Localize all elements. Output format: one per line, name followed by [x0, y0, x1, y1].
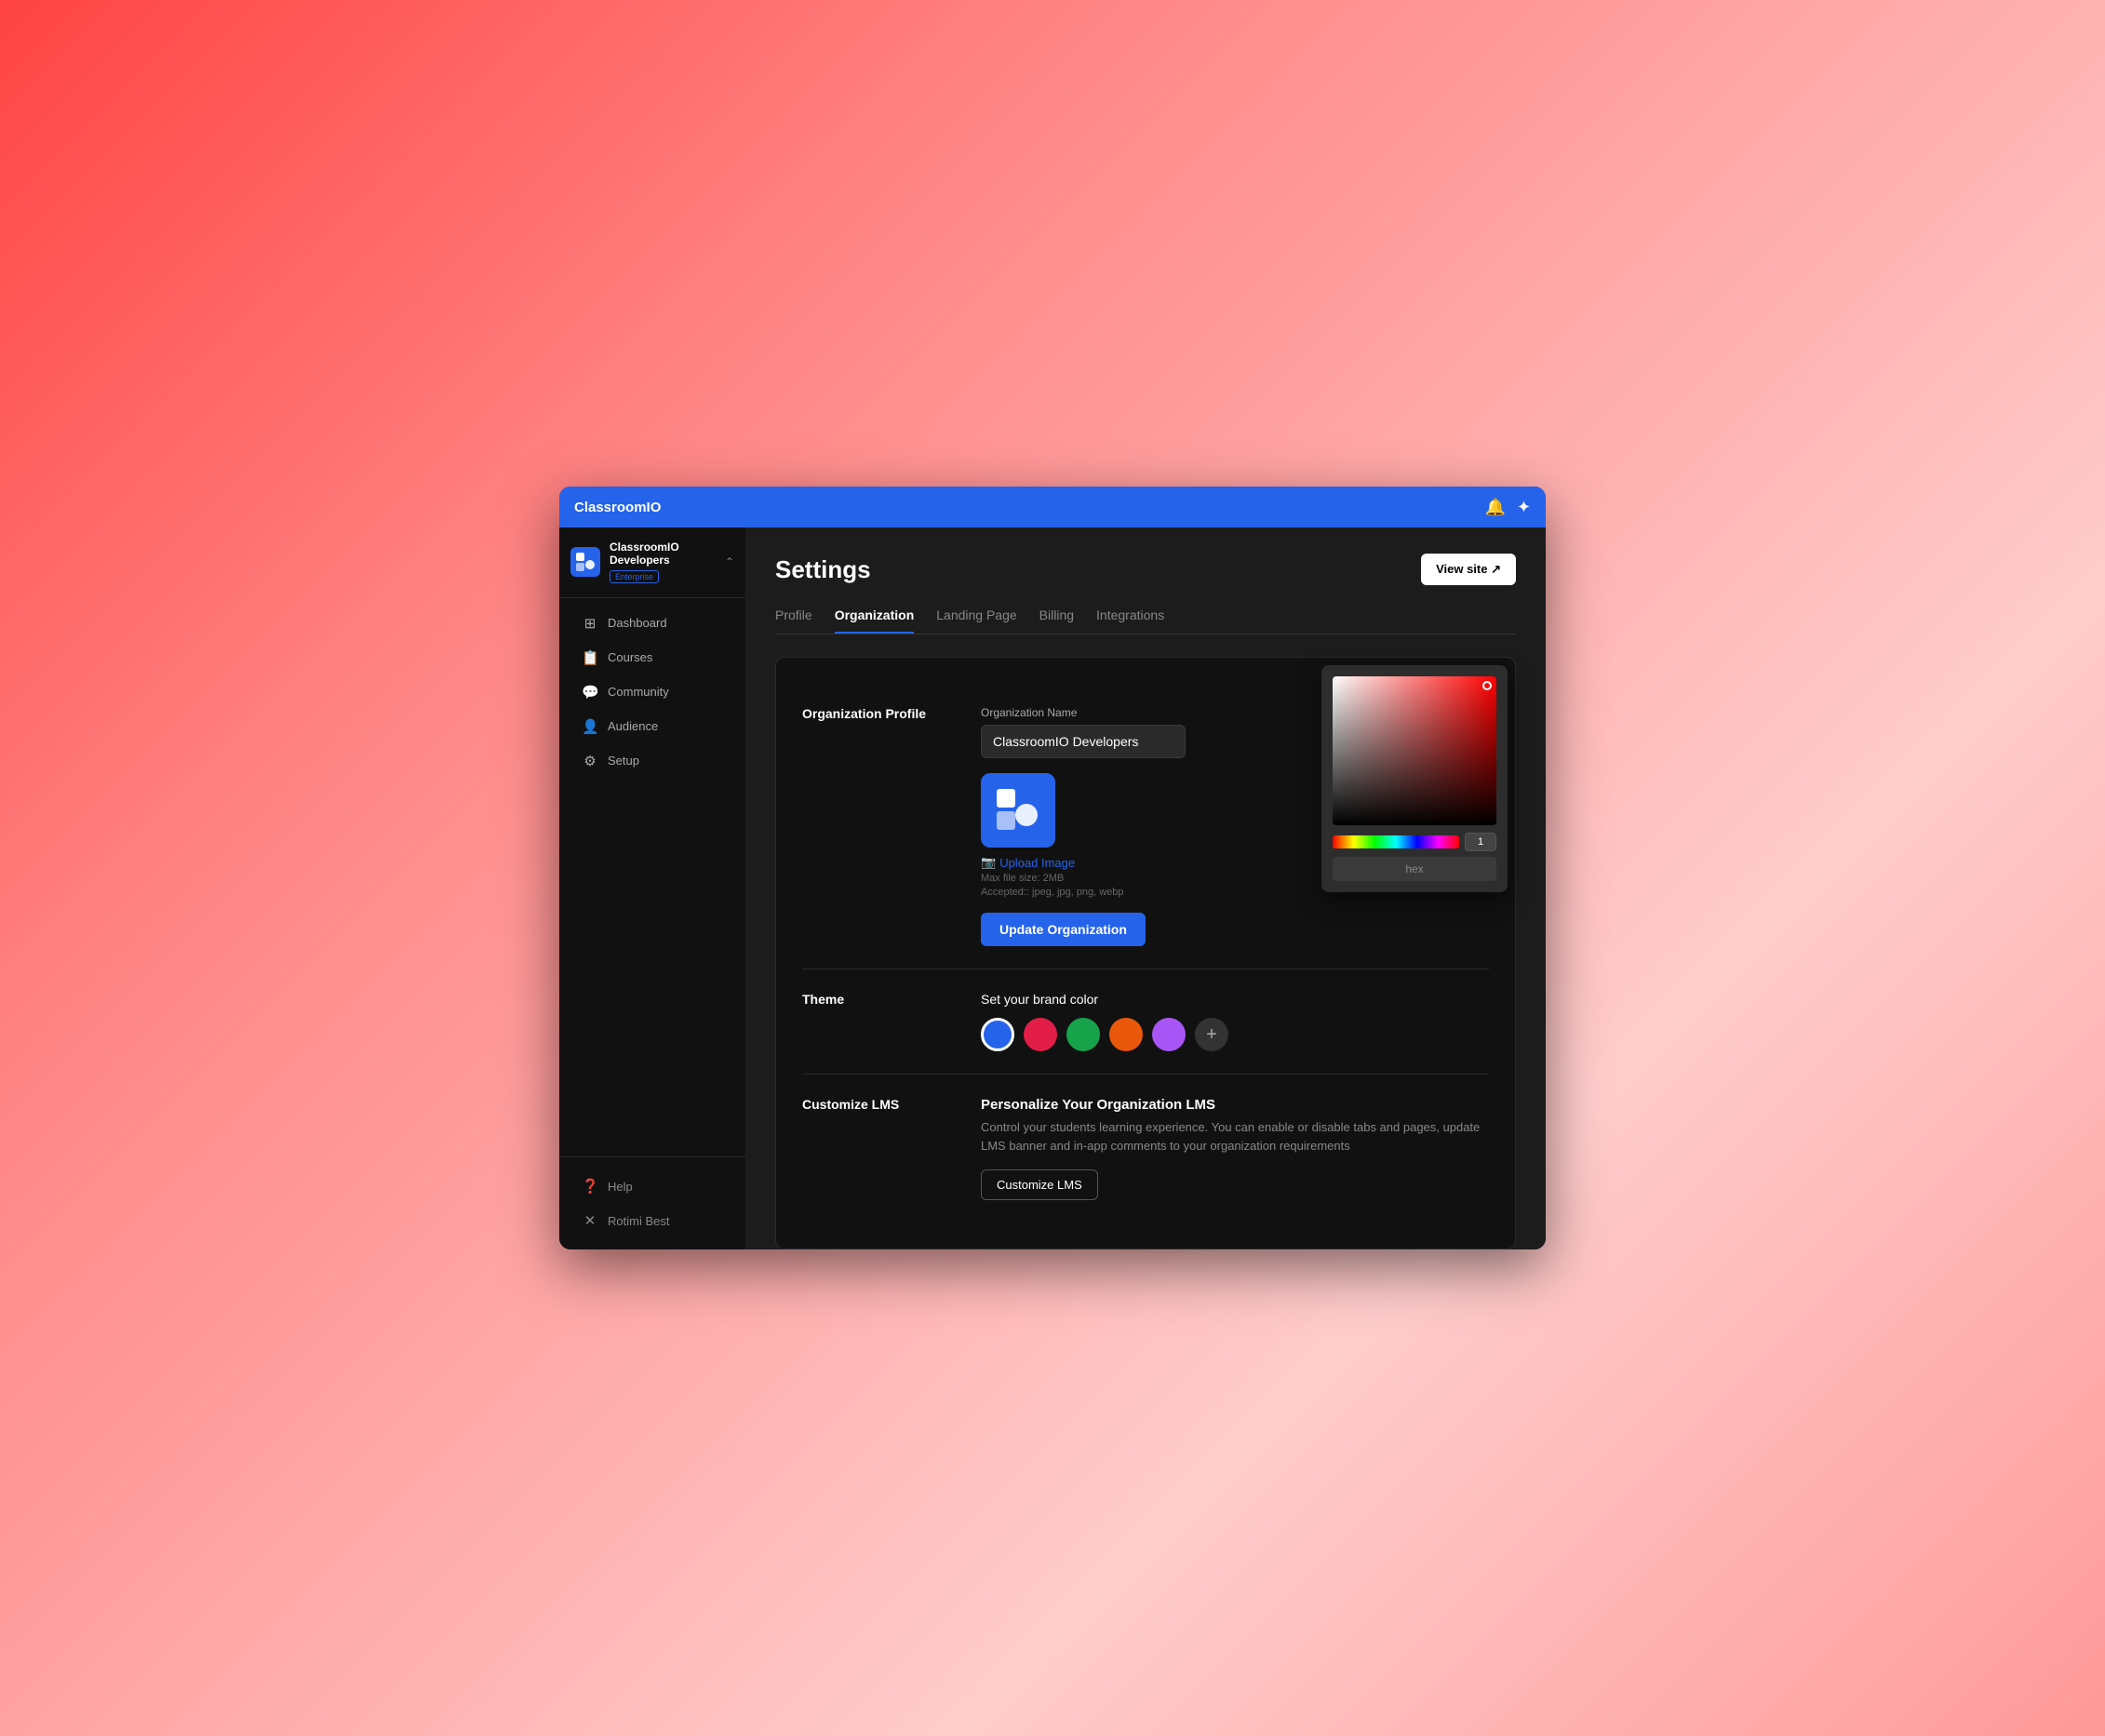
app-window: ClassroomIO 🔔 ✦ ClassroomIO Developers E… — [559, 487, 1546, 1249]
sidebar-item-dashboard[interactable]: ⊞ Dashboard — [567, 607, 738, 640]
color-swatch-red[interactable] — [1024, 1018, 1057, 1051]
sidebar: ClassroomIO Developers Enterprise ⌃ ⊞ Da… — [559, 527, 745, 1249]
org-profile-section: Organization Profile Organization Name — [802, 684, 1489, 969]
org-name: ClassroomIO Developers — [610, 541, 716, 568]
org-profile-label: Organization Profile — [802, 706, 951, 946]
org-badge: Enterprise — [610, 570, 659, 583]
chevron-icon: ⌃ — [725, 555, 734, 568]
courses-icon: 📋 — [582, 649, 598, 666]
color-swatch-purple[interactable] — [1152, 1018, 1186, 1051]
hex-row[interactable]: hex — [1333, 857, 1496, 881]
color-swatch-blue[interactable] — [981, 1018, 1014, 1051]
dashboard-label: Dashboard — [608, 616, 667, 630]
customize-lms-label: Customize LMS — [802, 1097, 951, 1200]
org-header[interactable]: ClassroomIO Developers Enterprise ⌃ — [559, 527, 745, 598]
theme-content: Set your brand color + — [981, 992, 1489, 1051]
tab-integrations[interactable]: Integrations — [1096, 608, 1164, 634]
setup-label: Setup — [608, 754, 639, 768]
sidebar-item-setup[interactable]: ⚙ Setup — [567, 744, 738, 778]
sidebar-item-courses[interactable]: 📋 Courses — [567, 641, 738, 674]
customize-lms-button[interactable]: Customize LMS — [981, 1169, 1098, 1200]
upload-image-link[interactable]: 📷 Upload Image — [981, 855, 1075, 870]
dashboard-icon: ⊞ — [582, 615, 598, 632]
logo-preview — [981, 773, 1055, 848]
sidebar-item-user[interactable]: ✕ Rotimi Best — [567, 1204, 738, 1237]
theme-label: Theme — [802, 992, 951, 1051]
sidebar-bottom: ❓ Help ✕ Rotimi Best — [559, 1156, 745, 1249]
org-info: ClassroomIO Developers Enterprise — [610, 541, 716, 584]
max-file-size: Max file size: 2MB — [981, 873, 1064, 884]
customize-lms-title: Personalize Your Organization LMS — [981, 1097, 1489, 1113]
notification-icon[interactable]: 🔔 — [1484, 498, 1505, 517]
brand-color-label: Set your brand color — [981, 992, 1489, 1007]
audience-icon: 👤 — [582, 718, 598, 735]
view-site-button[interactable]: View site ↗ — [1421, 554, 1516, 585]
sidebar-item-help[interactable]: ❓ Help — [567, 1169, 738, 1203]
user-label: Rotimi Best — [608, 1214, 669, 1228]
nav-items: ⊞ Dashboard 📋 Courses 💬 Community 👤 Audi… — [559, 598, 745, 1156]
accepted-formats: Accepted:: jpeg, jpg, png, webp — [981, 887, 1124, 898]
main-layout: ClassroomIO Developers Enterprise ⌃ ⊞ Da… — [559, 527, 1546, 1249]
opacity-input[interactable]: 1 — [1465, 833, 1496, 851]
sidebar-item-community[interactable]: 💬 Community — [567, 675, 738, 709]
app-title: ClassroomIO — [574, 500, 661, 515]
help-label: Help — [608, 1180, 633, 1194]
color-add-button[interactable]: + — [1195, 1018, 1228, 1051]
page-title: Settings — [775, 555, 871, 584]
courses-label: Courses — [608, 650, 652, 664]
content-area: Settings View site ↗ Profile Organizatio… — [745, 527, 1546, 1249]
update-org-button[interactable]: Update Organization — [981, 913, 1146, 946]
org-logo-icon — [570, 547, 600, 577]
org-name-input[interactable] — [981, 725, 1186, 758]
customize-lms-content: Personalize Your Organization LMS Contro… — [981, 1097, 1489, 1200]
hue-slider-row: 1 — [1333, 833, 1496, 851]
hue-slider[interactable] — [1333, 835, 1459, 848]
color-picker-popup: 1 hex — [1321, 665, 1508, 892]
settings-icon[interactable]: ✦ — [1517, 498, 1531, 517]
tab-profile[interactable]: Profile — [775, 608, 812, 634]
community-label: Community — [608, 685, 669, 699]
setup-icon: ⚙ — [582, 753, 598, 769]
color-swatch-green[interactable] — [1066, 1018, 1100, 1051]
top-bar: ClassroomIO 🔔 ✦ — [559, 487, 1546, 527]
settings-card: Organization Profile Organization Name — [775, 657, 1516, 1249]
tab-organization[interactable]: Organization — [835, 608, 915, 634]
community-icon: 💬 — [582, 684, 598, 701]
tabs: Profile Organization Landing Page Billin… — [775, 608, 1516, 634]
gradient-cursor — [1482, 681, 1492, 690]
customize-lms-section: Customize LMS Personalize Your Organizat… — [802, 1075, 1489, 1222]
user-icon: ✕ — [582, 1212, 598, 1229]
theme-section: Theme Set your brand color + — [802, 969, 1489, 1075]
help-icon: ❓ — [582, 1178, 598, 1195]
top-bar-icons: 🔔 ✦ — [1484, 498, 1531, 517]
color-swatches: + — [981, 1018, 1489, 1051]
page-header: Settings View site ↗ — [775, 554, 1516, 585]
color-swatch-orange[interactable] — [1109, 1018, 1143, 1051]
sidebar-item-audience[interactable]: 👤 Audience — [567, 710, 738, 743]
color-gradient[interactable] — [1333, 676, 1496, 825]
tab-landing-page[interactable]: Landing Page — [936, 608, 1016, 634]
customize-lms-desc: Control your students learning experienc… — [981, 1118, 1489, 1155]
camera-icon: 📷 — [981, 855, 996, 870]
hex-label: hex — [1405, 862, 1423, 875]
tab-billing[interactable]: Billing — [1039, 608, 1074, 634]
audience-label: Audience — [608, 719, 658, 733]
